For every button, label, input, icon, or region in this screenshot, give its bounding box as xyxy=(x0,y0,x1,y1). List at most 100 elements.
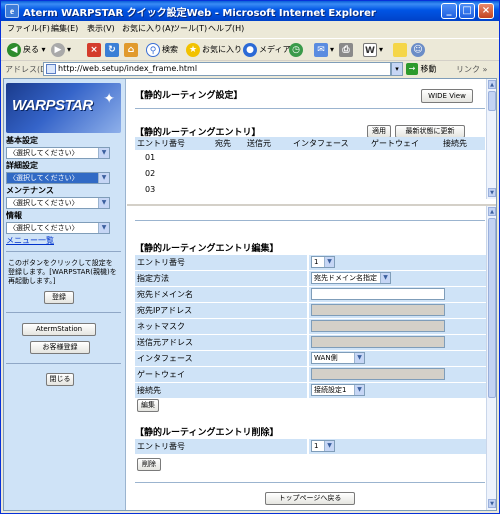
table-row[interactable]: 02 xyxy=(135,166,485,182)
entry-number-select[interactable]: 1 ▼ xyxy=(311,256,335,268)
customer-register-button[interactable]: お客様登録 xyxy=(30,341,90,354)
method-select[interactable]: 宛先ドメイン名指定 ▼ xyxy=(311,272,391,284)
field-value-cell xyxy=(309,287,490,302)
nav-maintenance-select[interactable]: 〈選択してください〉 ▼ xyxy=(6,197,110,209)
scroll-thumb[interactable] xyxy=(488,218,496,398)
register-note: このボタンをクリックして設定を登録します。[WARPSTAR(親機)を再起動しま… xyxy=(8,259,117,285)
field-value-cell: 1 ▼ xyxy=(309,439,490,454)
nav-info-select[interactable]: 〈選択してください〉 ▼ xyxy=(6,222,110,234)
favorites-button[interactable]: ★ お気に入り xyxy=(186,42,242,58)
scroll-up-icon[interactable]: ▲ xyxy=(488,80,496,89)
star-icon: ★ xyxy=(186,42,200,57)
address-url: http://web.setup/index_frame.html xyxy=(58,64,198,73)
field-label: ゲートウェイ xyxy=(135,367,307,382)
stop-icon: × xyxy=(87,42,101,57)
address-dropdown[interactable]: ▾ xyxy=(391,62,403,76)
menu-view[interactable]: 表示(V) xyxy=(87,23,115,34)
dest-ip-input[interactable] xyxy=(311,304,445,316)
scroll-down-icon[interactable]: ▼ xyxy=(488,188,496,197)
field-label: 指定方法 xyxy=(135,271,307,286)
nav-basic-select[interactable]: 〈選択してください〉 ▼ xyxy=(6,147,110,159)
sidebar-close-button[interactable]: 閉じる xyxy=(46,373,74,386)
table-row[interactable]: 01 xyxy=(135,150,485,166)
netmask-input[interactable] xyxy=(311,320,445,332)
field-label: 宛先ドメイン名 xyxy=(135,287,307,302)
folder-icon xyxy=(393,42,407,57)
history-button[interactable]: ◷ xyxy=(289,42,305,58)
delete-entry-select[interactable]: 1 ▼ xyxy=(311,440,335,452)
print-button[interactable]: ⎙ xyxy=(339,42,355,58)
gateway-input[interactable] xyxy=(311,368,445,380)
nav-info-title: 情報 xyxy=(6,211,22,220)
scroll-up-icon[interactable]: ▲ xyxy=(488,207,496,216)
discuss-button[interactable] xyxy=(393,42,409,58)
chevron-down-icon: ▼ xyxy=(98,173,109,183)
refresh-icon: ↻ xyxy=(105,42,119,57)
messenger-button[interactable]: ☺ xyxy=(411,42,427,58)
back-button[interactable]: ◀ 戻る ▾ xyxy=(7,42,46,58)
chevron-down-icon: ▼ xyxy=(98,223,109,233)
search-button[interactable]: ⚲ 検索 xyxy=(146,42,178,58)
print-icon: ⎙ xyxy=(339,42,353,57)
menu-file[interactable]: ファイル(F) xyxy=(7,23,50,34)
address-bar: アドレス(D) http://web.setup/index_frame.htm… xyxy=(1,60,499,77)
links-button[interactable]: リンク » xyxy=(456,64,487,75)
page-content: WARPSTAR ✦ 基本設定 〈選択してください〉 ▼ 詳細設定 〈選択してくだ… xyxy=(3,78,497,511)
edit-button[interactable]: 編集 xyxy=(137,399,159,412)
edit-page-button[interactable]: W ▾ xyxy=(363,42,383,58)
select-value: 1 xyxy=(314,258,319,266)
go-button[interactable]: → 移動 xyxy=(406,63,437,75)
chevron-down-icon: ▼ xyxy=(324,257,334,267)
chevron-down-icon: ▼ xyxy=(354,353,364,363)
mail-button[interactable]: ✉ ▾ xyxy=(314,42,334,58)
nav-detail-select[interactable]: 〈選択してください〉 ▼ xyxy=(6,172,110,184)
scroll-down-icon[interactable]: ▼ xyxy=(488,499,496,508)
window-title: Aterm WARPSTAR クイック設定Web - Microsoft Int… xyxy=(23,8,376,19)
minimize-button[interactable]: _ xyxy=(441,3,457,19)
field-label: エントリ番号 xyxy=(135,255,307,270)
delete-entry-row: エントリ番号 1 ▼ xyxy=(135,439,490,455)
menu-list-link[interactable]: メニュー一覧 xyxy=(6,236,54,245)
logo-text: WARPSTAR xyxy=(12,97,93,114)
entry-number: 03 xyxy=(145,185,156,194)
menu-tools[interactable]: ツール(T) xyxy=(172,23,207,34)
stop-button[interactable]: × xyxy=(87,42,103,58)
close-button[interactable]: × xyxy=(478,3,494,19)
nav-basic-title: 基本設定 xyxy=(6,136,38,145)
table-row[interactable]: 03 xyxy=(135,182,485,198)
connection-select[interactable]: 接続設定1 ▼ xyxy=(311,384,365,396)
forward-button[interactable]: ▶ ▾ xyxy=(51,42,71,58)
interface-select[interactable]: WAN側 ▼ xyxy=(311,352,365,364)
menu-edit[interactable]: 編集(E) xyxy=(51,23,78,34)
source-input[interactable] xyxy=(311,336,445,348)
back-arrow-icon: ◀ xyxy=(7,42,21,57)
col-gateway: ゲートウェイ xyxy=(371,139,419,148)
bottom-scrollbar[interactable]: ▲ ▼ xyxy=(486,206,496,510)
back-to-top-button[interactable]: トップページへ戻る xyxy=(265,492,355,505)
home-button[interactable]: ⌂ xyxy=(124,42,140,58)
delete-button[interactable]: 削除 xyxy=(137,458,161,471)
media-button[interactable]: ● メディア xyxy=(243,42,290,58)
wide-view-button[interactable]: WIDE View xyxy=(421,89,473,103)
divider xyxy=(6,312,121,313)
table-header: エントリ番号 宛先 送信元 インタフェース ゲートウェイ 接続先 xyxy=(135,137,485,150)
page-icon xyxy=(46,64,56,74)
address-input[interactable]: http://web.setup/index_frame.html xyxy=(43,62,391,76)
menu-favorites[interactable]: お気に入り(A) xyxy=(122,23,174,34)
scroll-thumb[interactable] xyxy=(488,91,496,111)
field-netmask: ネットマスク xyxy=(135,319,490,335)
field-gateway: ゲートウェイ xyxy=(135,367,490,383)
nav-detail: 詳細設定 〈選択してください〉 ▼ xyxy=(6,160,121,184)
menu-help[interactable]: ヘルプ(H) xyxy=(208,23,244,34)
ie-icon: e xyxy=(5,4,19,18)
edit-section-title: 【静的ルーティングエントリ編集】 xyxy=(135,244,279,254)
top-scrollbar[interactable]: ▲ ▼ xyxy=(486,79,496,199)
register-button[interactable]: 登録 xyxy=(44,291,74,304)
domain-input[interactable] xyxy=(311,288,445,300)
nav-basic: 基本設定 〈選択してください〉 ▼ xyxy=(6,135,121,159)
aterm-station-button[interactable]: AtermStation xyxy=(22,323,96,336)
maximize-button[interactable]: □ xyxy=(459,3,475,19)
field-entry-number: エントリ番号 1 ▼ xyxy=(135,255,490,271)
refresh-button[interactable]: ↻ xyxy=(105,42,121,58)
field-connection: 接続先 接続設定1 ▼ xyxy=(135,383,490,399)
